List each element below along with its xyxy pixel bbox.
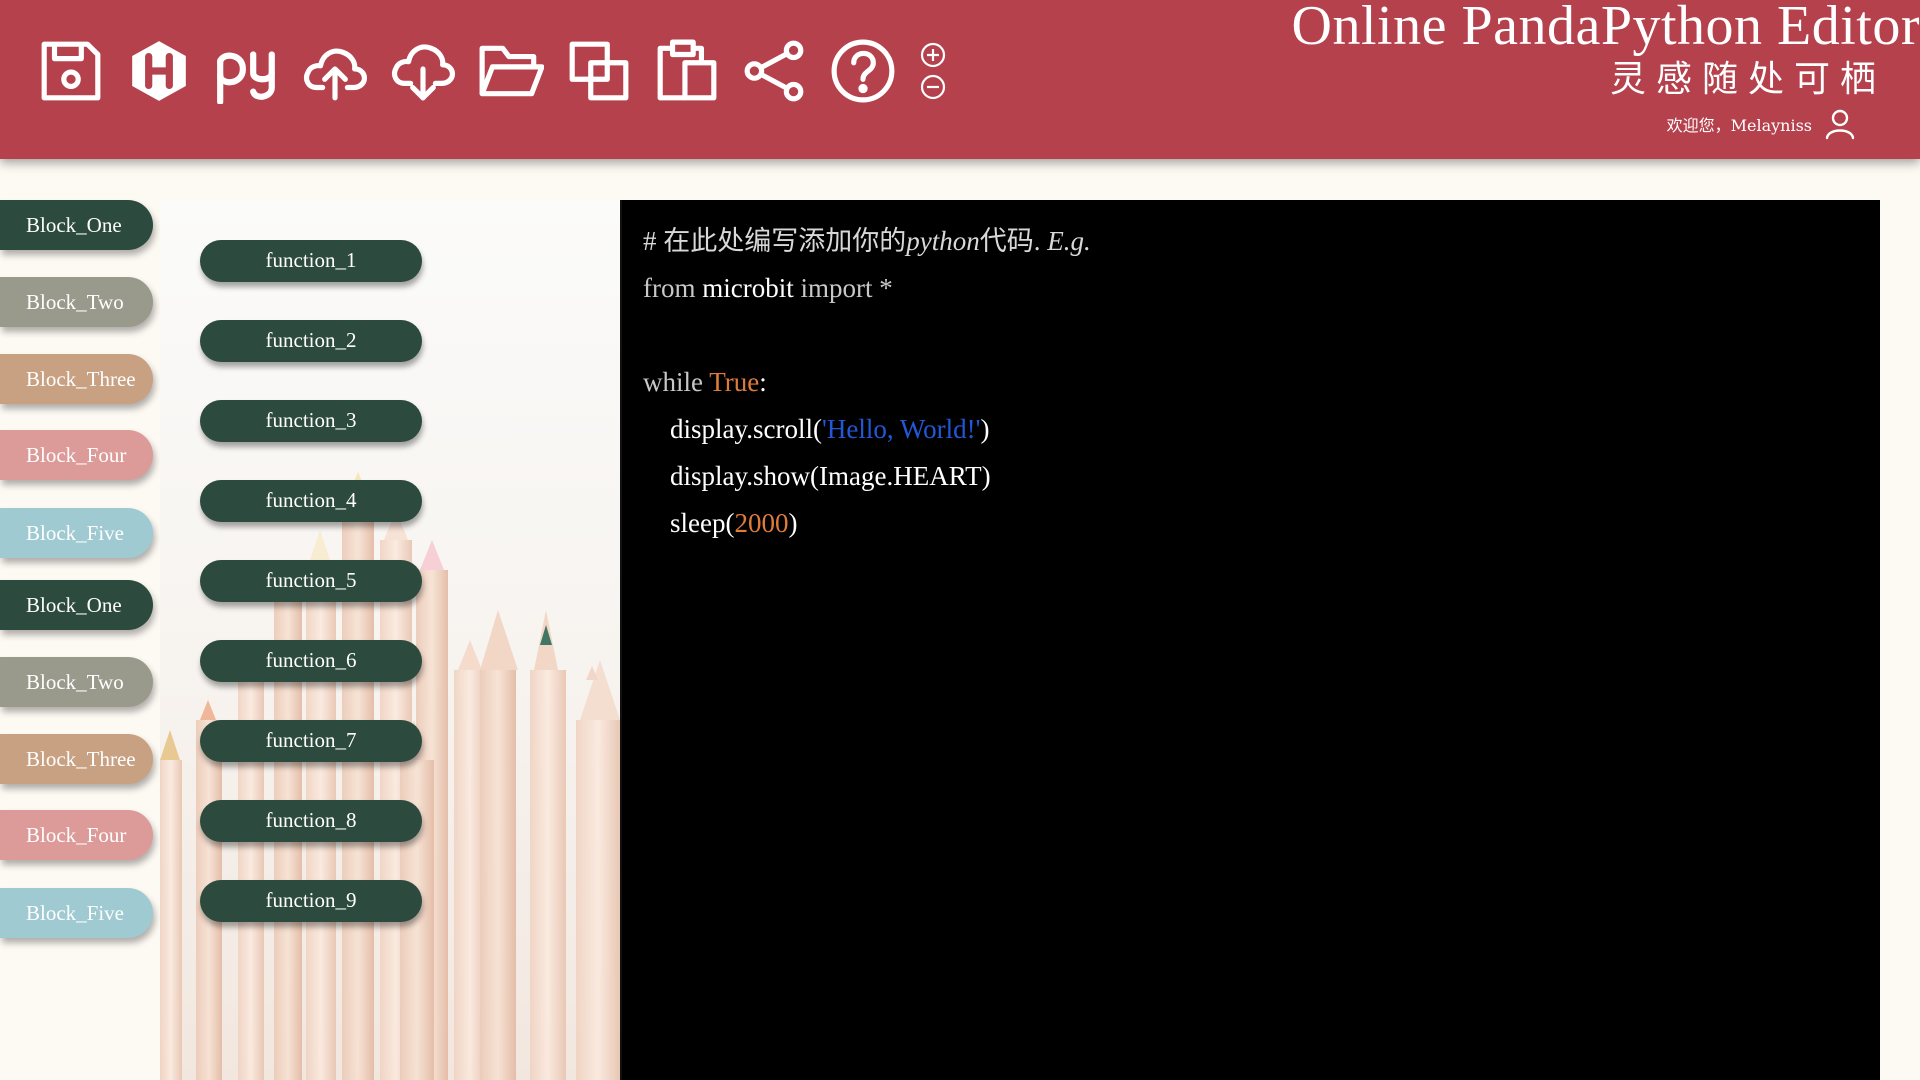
comment-eg: E.g. — [1047, 226, 1091, 256]
keyword-while: while — [643, 367, 710, 397]
block-button-three[interactable]: Block_Three — [0, 354, 153, 404]
comment-hash: # — [643, 226, 657, 256]
function-button-4[interactable]: function_4 — [200, 480, 422, 522]
keyword-true: True — [709, 367, 760, 397]
code-line-import: from microbit import * — [643, 265, 1091, 312]
app-title: Online PandaPython Editor — [1291, 0, 1920, 57]
function-button-3[interactable]: function_3 — [200, 400, 422, 442]
zoom-in-icon[interactable] — [920, 42, 946, 68]
editor-app: Online PandaPython Editor 灵感随处可栖 欢迎您，Mel… — [0, 0, 1920, 1080]
sleep-call: sleep( — [643, 508, 735, 538]
code-line-sleep: sleep(2000) — [643, 500, 1091, 547]
paste-icon[interactable] — [652, 36, 722, 106]
welcome-text: 欢迎您，Melayniss — [1666, 116, 1812, 135]
scroll-call: display.scroll( — [643, 414, 822, 444]
block-button-two[interactable]: Block_Two — [0, 657, 153, 707]
help-icon[interactable] — [828, 36, 898, 106]
function-button-7[interactable]: function_7 — [200, 720, 422, 762]
function-button-1[interactable]: function_1 — [200, 240, 422, 282]
block-button-five[interactable]: Block_Five — [0, 888, 153, 938]
share-icon[interactable] — [740, 36, 810, 106]
comment-text: 在此处编写添加你的 — [656, 226, 907, 256]
block-button-four[interactable]: Block_Four — [0, 430, 153, 480]
scroll-close: ) — [980, 414, 990, 444]
sleep-close: ) — [788, 508, 798, 538]
code-content: # 在此处编写添加你的python代码. E.g. from microbit … — [643, 218, 1091, 547]
app-subtitle: 灵感随处可栖 — [1609, 59, 1886, 100]
keyword-from: from — [643, 273, 703, 303]
block-button-five[interactable]: Block_Five — [0, 508, 153, 558]
function-button-5[interactable]: function_5 — [200, 560, 422, 602]
code-line-show: display.show(Image.HEART) — [643, 453, 1091, 500]
comment-tail: 代码. — [979, 226, 1048, 256]
zoom-out-icon[interactable] — [920, 74, 946, 100]
code-line-comment: # 在此处编写添加你的python代码. E.g. — [643, 218, 1091, 265]
save-icon[interactable] — [36, 36, 106, 106]
folder-open-icon[interactable] — [476, 36, 546, 106]
colon: : — [759, 367, 767, 397]
code-editor[interactable]: # 在此处编写添加你的python代码. E.g. from microbit … — [620, 200, 1880, 1080]
block-button-one[interactable]: Block_One — [0, 580, 153, 630]
zoom-controls — [920, 42, 946, 100]
comment-python: python — [906, 226, 980, 256]
code-line-while: while True: — [643, 359, 1091, 406]
user-greeting: 欢迎您，Melayniss — [1292, 108, 1856, 140]
string-literal: 'Hello, World!' — [821, 414, 981, 444]
function-button-6[interactable]: function_6 — [200, 640, 422, 682]
user-icon[interactable] — [1824, 108, 1856, 140]
brand-area: Online PandaPython Editor 灵感随处可栖 欢迎您，Mel… — [1292, 0, 1920, 140]
block-button-four[interactable]: Block_Four — [0, 810, 153, 860]
function-button-9[interactable]: function_9 — [200, 880, 422, 922]
copy-icon[interactable] — [564, 36, 634, 106]
block-button-one[interactable]: Block_One — [0, 200, 153, 250]
number-literal: 2000 — [734, 508, 789, 538]
header-bar: Online PandaPython Editor 灵感随处可栖 欢迎您，Mel… — [0, 0, 1920, 159]
block-button-three[interactable]: Block_Three — [0, 734, 153, 784]
toolbar — [36, 36, 946, 106]
hex-h-icon[interactable] — [124, 36, 194, 106]
code-line-scroll: display.scroll('Hello, World!') — [643, 406, 1091, 453]
cloud-upload-icon[interactable] — [300, 36, 370, 106]
cloud-download-icon[interactable] — [388, 36, 458, 106]
function-button-8[interactable]: function_8 — [200, 800, 422, 842]
python-py-icon[interactable] — [212, 36, 282, 106]
keyword-import: import * — [793, 273, 893, 303]
show-call: display.show(Image.HEART) — [643, 461, 991, 491]
module-name: microbit — [702, 273, 794, 303]
block-button-two[interactable]: Block_Two — [0, 277, 153, 327]
function-button-2[interactable]: function_2 — [200, 320, 422, 362]
